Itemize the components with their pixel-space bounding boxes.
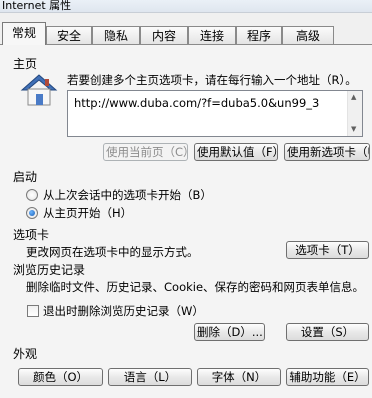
home-heading: 主页 — [13, 57, 38, 71]
radio-selected-dot — [29, 210, 35, 216]
tabs-section-description: 更改网页在选项卡中的显示方式。 — [26, 245, 199, 259]
tab-general[interactable]: 常规 — [2, 22, 46, 45]
tab-advanced[interactable]: 高级 — [282, 26, 334, 44]
delete-on-exit-checkbox[interactable] — [27, 305, 39, 317]
startup-heading: 启动 — [13, 170, 38, 184]
delete-on-exit-label[interactable]: 退出时删除浏览历史记录（W） — [43, 303, 204, 319]
tab-connections[interactable]: 连接 — [188, 26, 236, 44]
use-new-tab-button[interactable]: 使用新选项卡（U） — [284, 143, 370, 161]
scroll-up-arrow-icon[interactable]: ▲ — [351, 93, 356, 101]
startup-home-radio[interactable] — [26, 207, 38, 219]
startup-last-session-radio[interactable] — [26, 189, 38, 201]
history-settings-button[interactable]: 设置（S） — [286, 323, 369, 341]
tabs-section-heading: 选项卡 — [13, 228, 50, 242]
tab-security[interactable]: 安全 — [46, 26, 92, 44]
tab-content[interactable]: 内容 — [140, 26, 188, 44]
home-url-value: http://www.duba.com/?f=duba5.0&un99_3 — [74, 96, 320, 110]
home-icon — [20, 73, 58, 107]
tab-privacy[interactable]: 隐私 — [92, 26, 140, 44]
use-current-button[interactable]: 使用当前页（C） — [103, 143, 188, 161]
history-heading: 浏览历史记录 — [13, 263, 86, 277]
appearance-heading: 外观 — [13, 347, 38, 361]
history-description: 删除临时文件、历史记录、Cookie、保存的密码和网页表单信息。 — [26, 280, 365, 294]
use-default-button[interactable]: 使用默认值（F） — [194, 143, 278, 161]
home-url-textarea[interactable]: http://www.duba.com/?f=duba5.0&un99_3 ▲ … — [67, 90, 363, 137]
startup-home-label[interactable]: 从主页开始（H） — [43, 205, 132, 221]
colors-button[interactable]: 颜色（O） — [18, 368, 103, 386]
fonts-button[interactable]: 字体（N） — [197, 368, 281, 386]
delete-history-button[interactable]: 删除（D）... — [194, 323, 265, 341]
scroll-down-arrow-icon[interactable]: ▼ — [351, 125, 356, 133]
startup-last-session-label[interactable]: 从上次会话中的选项卡开始（B） — [43, 187, 212, 203]
url-scrollbar[interactable]: ▲ ▼ — [347, 91, 362, 136]
title-bar: Internet 属性 — [0, 0, 372, 13]
tabs-settings-button[interactable]: 选项卡（T） — [286, 241, 369, 259]
window-title: Internet 属性 — [2, 0, 72, 12]
home-instruction: 若要创建多个主页选项卡，请在每行输入一个地址（R）。 — [67, 73, 357, 87]
accessibility-button[interactable]: 辅助功能（E） — [286, 368, 369, 386]
languages-button[interactable]: 语言（L） — [108, 368, 192, 386]
tab-programs[interactable]: 程序 — [236, 26, 282, 44]
